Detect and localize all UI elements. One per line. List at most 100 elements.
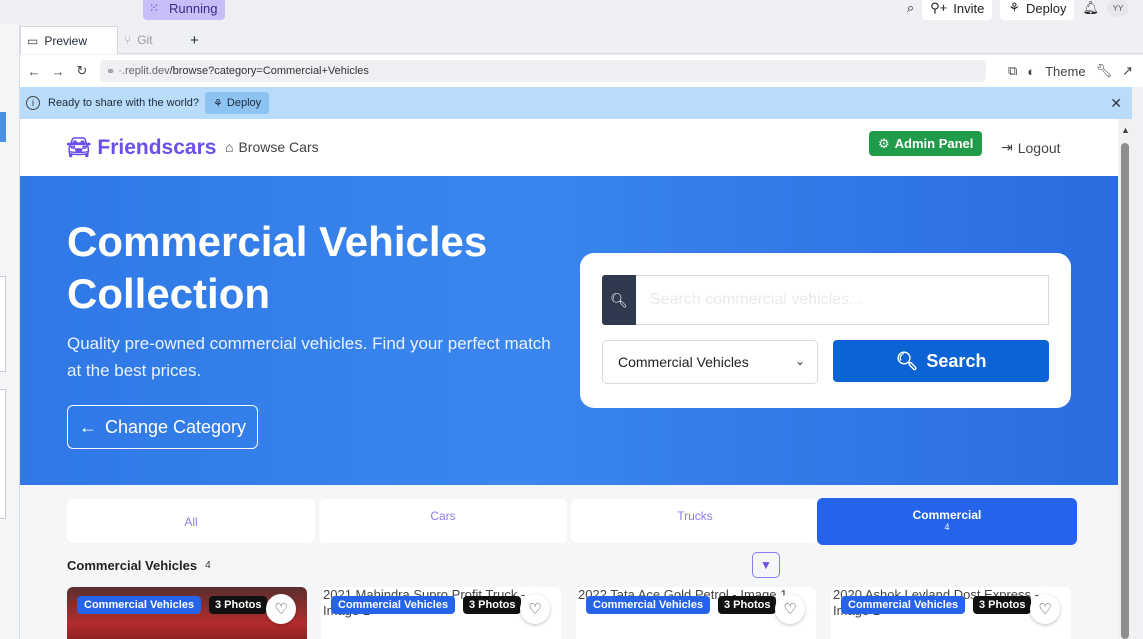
gutter-panel[interactable] (0, 276, 6, 372)
deploy-banner: i Ready to share with the world? ⚘ Deplo… (20, 87, 1132, 119)
category-tabs: All Cars Trucks Commercial 4 Commercial … (20, 485, 1118, 639)
vehicle-card[interactable]: 2022 Tata Ace Gold Petrol - Image 1 Comm… (576, 587, 816, 639)
invite-label: Invite (953, 0, 985, 16)
logout-link[interactable]: ⇥ Logout (1001, 139, 1061, 156)
brand-name: Friendscars (97, 135, 217, 159)
gutter-panel[interactable] (0, 389, 6, 519)
deploy-icon: ⚘ (213, 97, 223, 110)
back-icon[interactable]: ← (22, 64, 46, 79)
browse-cars-link[interactable]: ⌂ Browse Cars (225, 139, 319, 155)
url-field[interactable]: ⚭ ·.replit.dev/browse?category=Commercia… (100, 60, 986, 82)
add-user-icon: ⚲+ (930, 0, 948, 15)
deploy-label: Deploy (1026, 0, 1067, 16)
chevron-down-icon: ⌄ (794, 354, 805, 368)
category-select[interactable]: Commercial Vehicles ⌄ (602, 340, 818, 384)
heart-icon[interactable]: ♡ (775, 594, 805, 624)
vehicle-card[interactable]: Commercial Vehicles 3 Photos ♡ (67, 587, 307, 639)
section-title: Commercial Vehicles (67, 558, 198, 573)
tab-trucks-label: Trucks (677, 509, 713, 523)
theme-button[interactable]: Theme (1045, 64, 1085, 79)
tab-preview[interactable]: ▭ Preview (20, 26, 118, 54)
heart-icon[interactable]: ♡ (1030, 594, 1060, 624)
tab-git[interactable]: ⑂ Git (118, 26, 180, 54)
arrow-left-icon: ← (78, 416, 97, 437)
bell-icon[interactable]: 🔔︎ (1082, 0, 1099, 16)
scrollbar[interactable]: ▲ (1118, 119, 1132, 639)
external-link-icon[interactable]: ↗ (1122, 63, 1133, 79)
admin-panel-button[interactable]: ⚙ Admin Panel (869, 131, 983, 156)
category-badge: Commercial Vehicles (841, 596, 966, 614)
category-badge: Commercial Vehicles (331, 596, 456, 614)
admin-label: Admin Panel (894, 136, 974, 151)
search-icon[interactable]: ⌕ (907, 0, 914, 16)
photos-badge: 3 Photos (973, 596, 1032, 614)
section-count: 4 (205, 560, 211, 571)
page-title: Commercial Vehicles Collection (67, 218, 488, 317)
change-category-button[interactable]: ← Change Category (67, 405, 258, 449)
hero-section: Commercial Vehicles Collection Quality p… (20, 176, 1118, 485)
tab-all[interactable]: All (67, 499, 315, 543)
avatar[interactable]: YY (1107, 0, 1129, 17)
url-path: /browse?category=Commercial+Vehicles (169, 65, 369, 77)
change-category-label: Change Category (104, 416, 247, 437)
search-button-label: Search (926, 350, 987, 371)
heart-icon[interactable]: ♡ (266, 594, 296, 624)
logout-label: Logout (1017, 139, 1061, 156)
tab-git-label: Git (137, 33, 153, 47)
section-heading: Commercial Vehicles 4 (67, 558, 211, 573)
scroll-up-icon[interactable]: ▲ (1121, 125, 1130, 135)
photos-badge: 3 Photos (463, 596, 522, 614)
app-preview: 🚘︎ Friendscars ⌂ Browse Cars ⚙ Admin Pan… (20, 119, 1118, 639)
search-button[interactable]: 🔍︎ Search (833, 340, 1049, 382)
brand-link[interactable]: 🚘︎ Friendscars (66, 135, 216, 160)
car-icon: 🚘︎ (66, 137, 92, 159)
tab-cars[interactable]: Cars (319, 499, 567, 543)
wrench-icon[interactable]: 🔧︎ (1096, 63, 1113, 79)
scrollbar-thumb[interactable] (1121, 143, 1129, 639)
search-input[interactable]: Search commercial vehicles... (636, 275, 1049, 325)
browse-label: Browse Cars (238, 139, 319, 155)
tab-commercial[interactable]: Commercial 4 (817, 498, 1077, 545)
tab-trucks[interactable]: Trucks (571, 499, 819, 543)
new-tab-button[interactable]: + (184, 26, 208, 54)
url-host: ·.replit.dev (118, 65, 170, 77)
run-status-label: Running (169, 0, 218, 16)
tab-commercial-count: 4 (944, 522, 950, 532)
info-icon: i (26, 96, 40, 110)
filter-button[interactable]: ▼ (752, 552, 780, 578)
tab-preview-label: Preview (44, 33, 88, 48)
photos-badge: 3 Photos (718, 596, 777, 614)
plus-icon: + (190, 31, 199, 49)
home-icon: ⌂ (225, 139, 234, 155)
invite-button[interactable]: ⚲+ Invite (922, 0, 993, 20)
tab-cars-label: Cars (430, 509, 456, 523)
reload-icon[interactable]: ↻ (70, 63, 94, 79)
forward-icon[interactable]: → (46, 64, 70, 79)
run-status[interactable]: ⁙ Running (143, 0, 226, 20)
deploy-button[interactable]: ⚘ Deploy (1000, 0, 1075, 20)
gear-icon: ⚙ (878, 135, 890, 151)
monitor-icon: ▭ (27, 33, 39, 48)
address-bar: ← → ↻ ⚭ ·.replit.dev/browse?category=Com… (20, 55, 1143, 87)
search-card: 🔍︎ Search commercial vehicles... Commerc… (580, 253, 1071, 408)
banner-message: Ready to share with the world? (48, 97, 200, 109)
category-badge: Commercial Vehicles (586, 596, 711, 614)
git-icon: ⑂ (124, 33, 132, 47)
deploy-icon: ⚘ (1008, 0, 1021, 15)
vehicle-card[interactable]: 2021 Mahindra Supro Profit Truck - Image… (321, 587, 561, 639)
gutter-tab[interactable] (0, 112, 6, 142)
tab-commercial-label: Commercial (912, 508, 982, 522)
hero-subtitle: Quality pre-owned commercial vehicles. F… (67, 334, 551, 380)
devices-icon[interactable]: ⧉ (1008, 63, 1017, 79)
photos-badge: 3 Photos (209, 596, 268, 614)
category-select-value: Commercial Vehicles (618, 354, 749, 370)
vehicle-card[interactable]: 2020 Ashok Leyland Dost Express - Image … (831, 587, 1071, 639)
preview-tabbar: ▭ Preview ⑂ Git + (20, 26, 1143, 54)
heart-icon[interactable]: ♡ (520, 594, 550, 624)
filter-icon: ▼ (760, 558, 772, 572)
grid-icon: ⁙ (149, 1, 160, 15)
close-icon[interactable]: ✕ (1110, 95, 1122, 112)
palette-icon[interactable]: ◐ (1027, 64, 1035, 79)
site-navbar: 🚘︎ Friendscars ⌂ Browse Cars ⚙ Admin Pan… (20, 119, 1118, 176)
banner-deploy-button[interactable]: ⚘ Deploy (205, 92, 270, 114)
